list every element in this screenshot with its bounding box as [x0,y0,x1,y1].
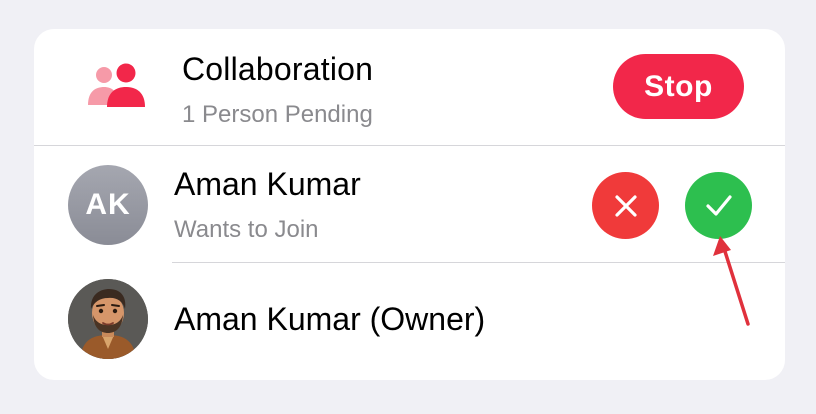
stop-collaboration-button[interactable]: Stop [613,54,744,119]
request-status: Wants to Join [174,216,319,243]
requester-name: Aman Kumar [174,166,361,202]
collaboration-card: Collaboration 1 Person Pending Stop AK A… [34,29,785,380]
memoji-avatar [68,279,148,359]
pending-count-text: 1 Person Pending [182,101,373,128]
checkmark-icon [705,194,732,216]
people-icon [88,63,145,107]
collaboration-row: Collaboration 1 Person Pending Stop [34,29,785,146]
memoji-avatar-icon [68,279,148,359]
decline-request-button[interactable] [592,172,659,239]
owner-row: Aman Kumar (Owner) [34,263,785,380]
owner-name: Aman Kumar (Owner) [174,301,486,337]
avatar: AK [68,165,148,245]
xmark-icon [614,194,637,217]
join-request-row: AK Aman Kumar Wants to Join [34,146,785,263]
annotation-arrow-icon [713,236,750,326]
collaboration-title: Collaboration [182,51,374,87]
